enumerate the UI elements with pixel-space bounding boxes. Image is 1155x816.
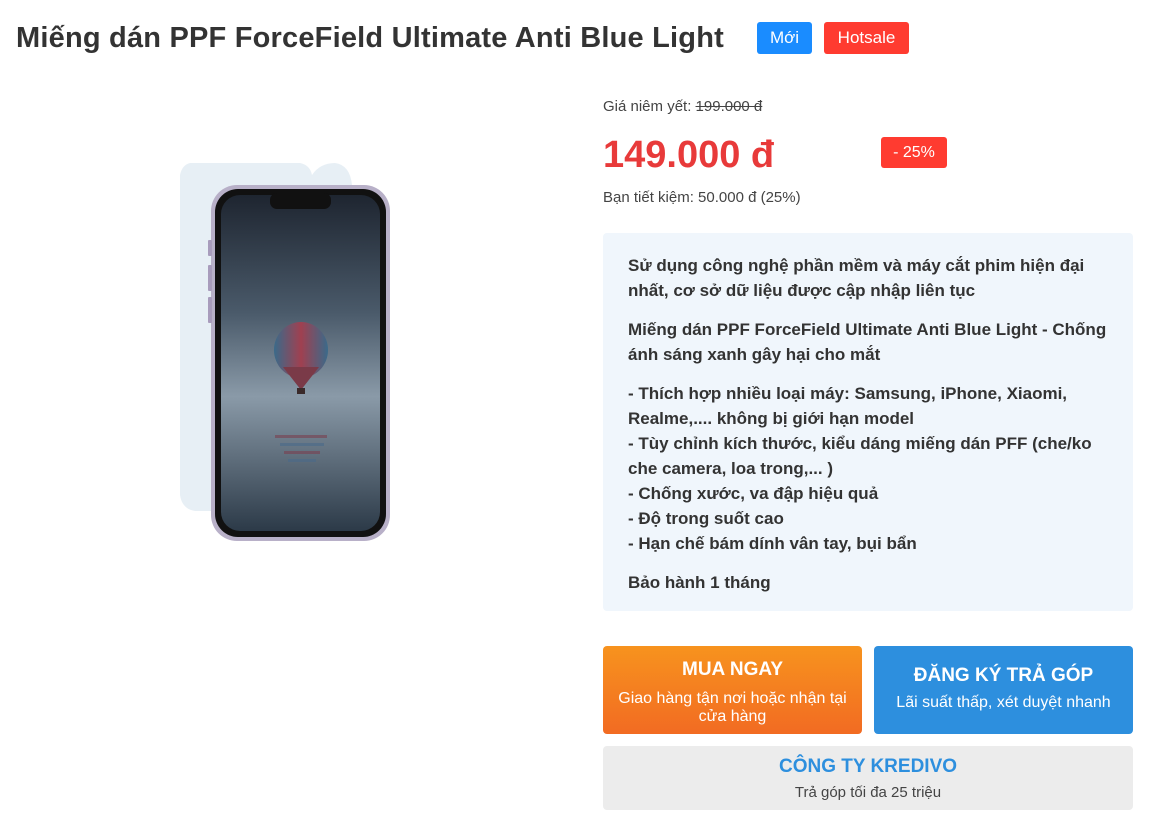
feature-list: - Thích hợp nhiều loại máy: Samsung, iPh… — [628, 381, 1109, 556]
product-description: Sử dụng công nghệ phần mềm và máy cắt ph… — [603, 233, 1133, 611]
feature-item: - Tùy chỉnh kích thước, kiểu dáng miếng … — [628, 434, 1092, 478]
kredivo-button[interactable]: CÔNG TY KREDIVO Trả góp tối đa 25 triệu — [603, 746, 1133, 810]
hotsale-badge: Hotsale — [824, 22, 909, 54]
discount-badge: - 25% — [881, 137, 947, 168]
warranty-text: Bảo hành 1 tháng — [628, 573, 771, 592]
sale-price: 149.000 đ — [603, 134, 775, 176]
feature-item: - Độ trong suốt cao — [628, 509, 784, 528]
feature-item: - Hạn chế bám dính vân tay, bụi bẩn — [628, 534, 917, 553]
list-price-value: 199.000 đ — [695, 98, 763, 115]
description-intro: Sử dụng công nghệ phần mềm và máy cắt ph… — [628, 256, 1085, 300]
product-image[interactable] — [150, 145, 440, 555]
feature-item: - Chống xước, va đập hiệu quả — [628, 484, 879, 503]
feature-item: - Thích hợp nhiều loại máy: Samsung, iPh… — [628, 384, 1068, 428]
list-price-row: Giá niêm yết: 199.000 đ — [603, 98, 1133, 115]
buy-now-button[interactable]: MUA NGAY Giao hàng tận nơi hoặc nhận tại… — [603, 646, 862, 734]
new-badge: Mới — [757, 22, 812, 54]
buy-now-subtext: Giao hàng tận nơi hoặc nhận tại cửa hàng — [618, 690, 847, 725]
installment-label: ĐĂNG KÝ TRẢ GÓP — [913, 665, 1094, 686]
savings-text: Bạn tiết kiệm: 50.000 đ (25%) — [603, 189, 801, 206]
kredivo-label: CÔNG TY KREDIVO — [778, 756, 958, 777]
description-headline: Miếng dán PPF ForceField Ultimate Anti B… — [628, 320, 1107, 364]
installment-subtext: Lãi suất thấp, xét duyệt nhanh — [896, 694, 1111, 711]
kredivo-subtext: Trả góp tối đa 25 triệu — [794, 784, 942, 801]
installment-button[interactable]: ĐĂNG KÝ TRẢ GÓP Lãi suất thấp, xét duyệt… — [874, 646, 1133, 734]
buy-now-label: MUA NGAY — [682, 659, 783, 680]
list-price-label: Giá niêm yết: — [603, 98, 692, 115]
price-block: Giá niêm yết: 199.000 đ 149.000 đ - 25% … — [603, 98, 1133, 206]
product-title: Miếng dán PPF ForceField Ultimate Anti B… — [16, 22, 724, 54]
phone-screen-protector-icon — [180, 163, 390, 541]
